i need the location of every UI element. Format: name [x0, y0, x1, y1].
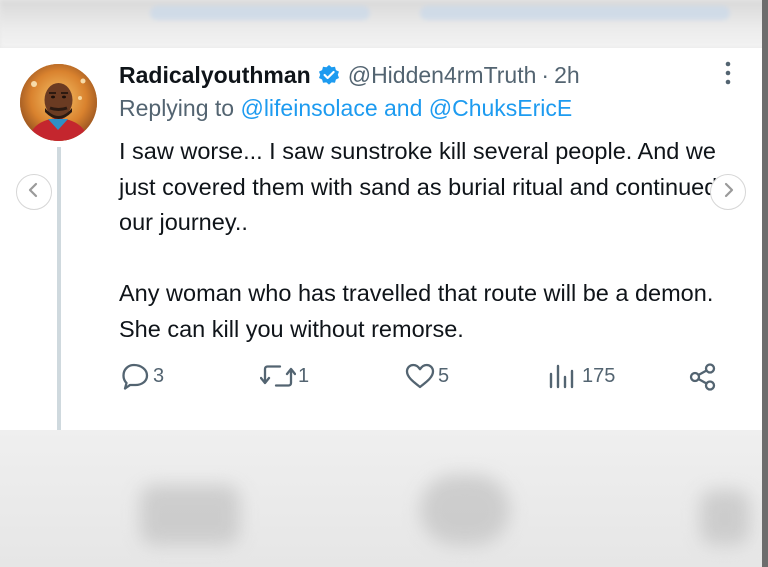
views-icon — [548, 362, 576, 390]
previous-button[interactable] — [16, 174, 52, 210]
replying-to: Replying to @lifeinsolace and @ChuksEric… — [119, 95, 572, 122]
more-vertical-icon[interactable] — [717, 60, 739, 86]
reply-icon — [121, 362, 151, 390]
right-edge-strip — [762, 0, 768, 567]
reply-handle-link[interactable]: @ChuksEricE — [429, 95, 573, 121]
replying-prefix: Replying to — [119, 95, 235, 121]
author-handle[interactable]: @Hidden4rmTruth — [348, 62, 537, 89]
chevron-left-icon — [27, 182, 41, 203]
repost-count: 1 — [298, 364, 310, 387]
repost-icon — [260, 362, 296, 390]
author-name[interactable]: Radicalyouthman — [119, 62, 311, 89]
reply-button[interactable]: 3 — [121, 362, 164, 390]
share-icon — [688, 362, 718, 392]
separator-dot: · — [541, 61, 550, 88]
reply-and-label: and — [384, 95, 423, 121]
tweet-card[interactable]: Radicalyouthman @Hidden4rmTruth · 2h Rep… — [0, 48, 762, 430]
tweet-header: Radicalyouthman @Hidden4rmTruth · 2h — [119, 60, 580, 90]
chevron-right-icon — [721, 182, 735, 203]
next-button[interactable] — [710, 174, 746, 210]
tweet-paragraph: I saw worse... I saw sunstroke kill seve… — [119, 138, 718, 235]
timestamp[interactable]: 2h — [554, 62, 580, 89]
tweet-paragraph: Any woman who has travelled that route w… — [119, 280, 714, 342]
background-blur-top — [0, 0, 768, 48]
like-button[interactable]: 5 — [404, 362, 449, 390]
views-button[interactable]: 175 — [548, 362, 615, 390]
like-count: 5 — [438, 364, 450, 387]
avatar[interactable] — [20, 64, 97, 141]
reply-handle-link[interactable]: @lifeinsolace — [240, 95, 377, 121]
share-button[interactable] — [688, 362, 718, 392]
repost-button[interactable]: 1 — [260, 362, 309, 390]
tweet-text: I saw worse... I saw sunstroke kill seve… — [119, 134, 739, 347]
background-blur-bottom — [0, 430, 768, 567]
heart-icon — [404, 362, 436, 390]
views-count: 175 — [582, 364, 616, 387]
verified-badge-icon — [318, 64, 340, 86]
tweet-actions: 3 1 5 175 — [0, 356, 762, 396]
reply-count: 3 — [153, 364, 165, 387]
